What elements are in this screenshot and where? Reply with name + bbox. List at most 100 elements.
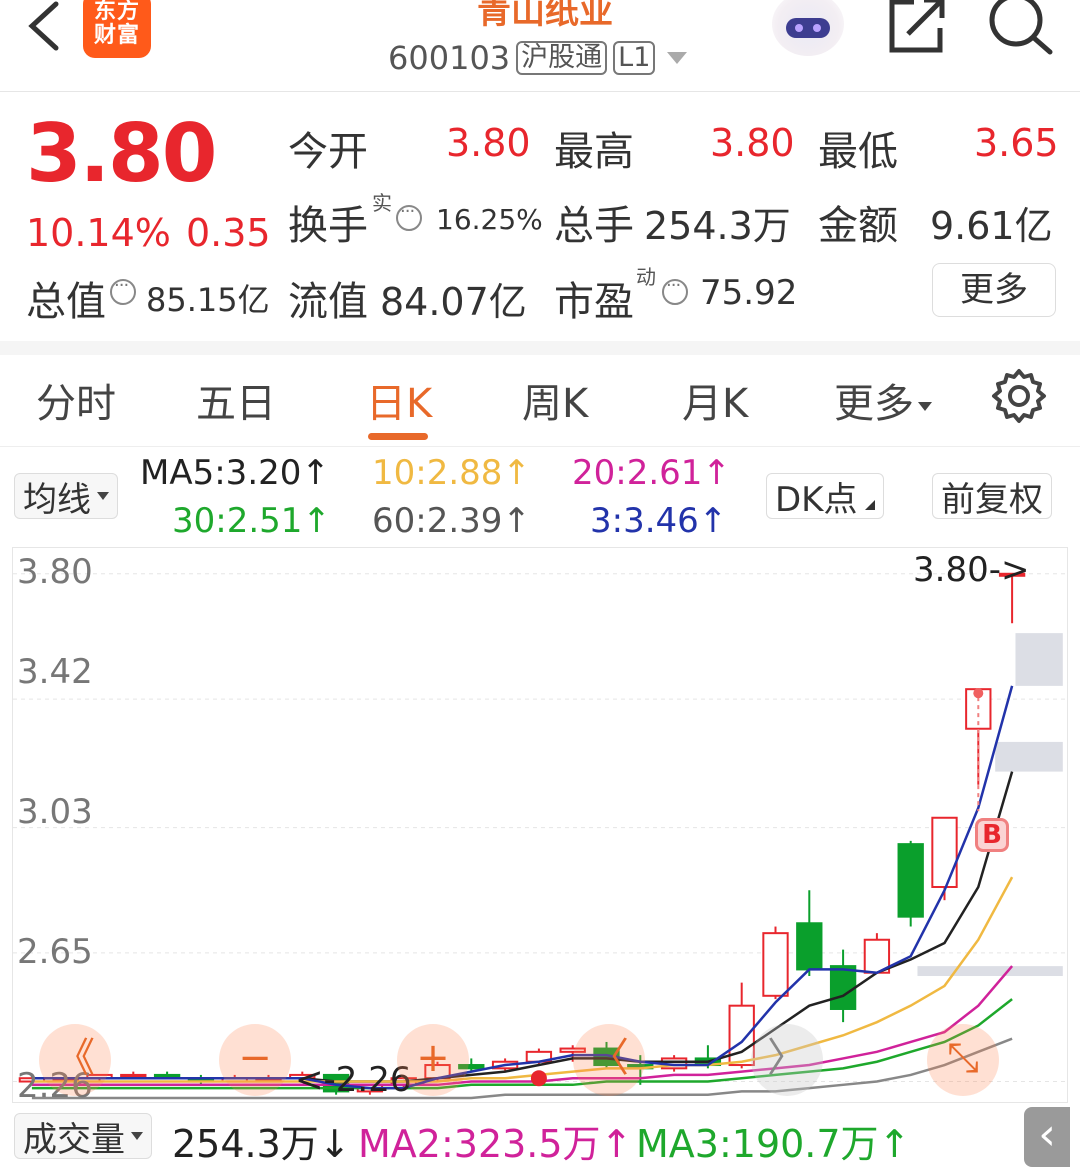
zoom-out-button[interactable]: −: [219, 1024, 291, 1096]
ma5-value: MA5:3.20↑: [140, 453, 330, 493]
volume-value: 254.3万: [644, 204, 791, 248]
y-tick-label: 3.03: [17, 792, 93, 832]
divider: [0, 341, 1080, 355]
price-zone: [1015, 633, 1063, 686]
low-price-tag: <-2.26: [295, 1060, 412, 1100]
ma60-value: 60:2.39↑: [372, 501, 531, 541]
collapse-panel-button[interactable]: ‹: [1024, 1107, 1070, 1167]
turnover-sup: 实: [372, 191, 392, 215]
top-header: 东方财富 青山纸业 600103 沪股通 L1: [0, 0, 1080, 92]
price-zone: [995, 741, 1063, 772]
tab-more[interactable]: 更多: [834, 371, 932, 429]
pe-sup: 动: [636, 265, 656, 289]
dk-point-button[interactable]: DK点: [766, 473, 885, 520]
open-value: 3.80: [446, 121, 531, 165]
tab-weekly-k[interactable]: 周K: [522, 371, 588, 429]
search-icon[interactable]: [986, 0, 1056, 56]
y-tick-label: 2.65: [17, 932, 93, 972]
volume-ma2: MA2:323.5万↑: [358, 1122, 633, 1166]
period-tabs: 分时 五日 日K 周K 月K 更多: [0, 355, 1080, 447]
fullscreen-button[interactable]: ⤡: [927, 1024, 999, 1096]
ma20-value: 20:2.61↑: [572, 453, 731, 493]
change-amount: 0.35: [186, 211, 271, 255]
tab-monthly-k[interactable]: 月K: [682, 371, 748, 429]
scroll-left-button[interactable]: 〈: [573, 1024, 645, 1096]
info-icon[interactable]: [396, 201, 422, 231]
chevron-down-icon: [667, 52, 688, 64]
candle-body: [796, 922, 823, 971]
amount-value: 9.61亿: [930, 204, 1053, 248]
turnover-value: 16.25%: [436, 203, 543, 236]
turnover-label: 换手: [288, 203, 368, 249]
ma30-value: 30:2.51↑: [172, 501, 331, 541]
floatcap-value: 84.07亿: [380, 280, 527, 324]
ma-line-ma5: [31, 771, 1014, 1083]
active-tab-indicator: [368, 433, 428, 440]
tag-level: L1: [613, 41, 656, 75]
tab-daily-k[interactable]: 日K: [366, 371, 432, 429]
corner-triangle-icon: [865, 500, 876, 510]
ma10-value: 10:2.88↑: [372, 453, 531, 493]
volume-selector-button[interactable]: 成交量: [14, 1113, 152, 1160]
ma3-value: 3:3.46↑: [590, 501, 728, 541]
candle-body: [120, 1073, 147, 1078]
stock-code: 600103: [388, 39, 511, 77]
gear-icon[interactable]: [990, 367, 1048, 425]
volume-selector-label: 成交量: [23, 1119, 125, 1160]
adjust-button[interactable]: 前复权: [932, 473, 1052, 520]
tab-intraday[interactable]: 分时: [36, 371, 116, 429]
scroll-right-button[interactable]: 〉: [751, 1024, 823, 1096]
more-quote-button[interactable]: 更多: [932, 263, 1056, 317]
open-label: 今开: [288, 129, 368, 175]
high-value: 3.80: [710, 121, 795, 165]
low-label: 最低: [818, 129, 898, 175]
tab-five-day[interactable]: 五日: [196, 371, 276, 429]
mktcap-value: 85.15亿: [146, 281, 270, 319]
stock-code-line[interactable]: 600103 沪股通 L1: [388, 38, 688, 78]
chevron-down-icon: [97, 492, 109, 500]
pe-value: 75.92: [700, 273, 798, 313]
floatcap-label: 流值: [288, 279, 368, 325]
share-icon[interactable]: [884, 0, 948, 54]
price-zone: [917, 966, 1063, 977]
ma-indicator-row: 均线 MA5:3.20↑ 10:2.88↑ 20:2.61↑ 30:2.51↑ …: [0, 447, 1080, 547]
volume-ma3: MA3:190.7万↑: [636, 1122, 911, 1166]
y-tick-label: 3.80: [17, 552, 93, 592]
stock-name: 青山纸业: [477, 0, 613, 32]
quote-panel: 3.80 10.14% 0.35 今开 3.80 最高 3.80 最低 3.65…: [0, 93, 1080, 341]
last-price-tag: 3.80->: [913, 550, 1030, 590]
change-percent: 10.14%: [26, 211, 171, 255]
low-value: 3.65: [974, 121, 1059, 165]
signal-dot: [973, 688, 984, 699]
dk-point-label: DK点: [775, 479, 858, 520]
candle-body: [829, 965, 857, 1010]
volume-label: 总手: [554, 203, 634, 249]
info-icon[interactable]: [110, 275, 136, 305]
tab-more-label: 更多: [834, 381, 914, 427]
ma-selector-button[interactable]: 均线: [14, 473, 118, 520]
high-label: 最高: [554, 129, 634, 175]
robot-icon[interactable]: [772, 0, 844, 56]
amount-label: 金额: [818, 203, 898, 249]
zoom-in-button[interactable]: +: [397, 1024, 469, 1096]
volume-indicator-row: 成交量 254.3万↓ MA2:323.5万↑ MA3:190.7万↑ ‹: [0, 1103, 1080, 1167]
scroll-start-button[interactable]: 《: [39, 1024, 111, 1096]
tag-hugutong: 沪股通: [516, 41, 608, 75]
chevron-down-icon: [131, 1132, 143, 1140]
kline-svg[interactable]: [13, 548, 1068, 1103]
ma-selector-label: 均线: [23, 479, 91, 520]
volume-value: 254.3万↓: [172, 1122, 351, 1166]
pe-label: 市盈: [554, 279, 634, 325]
buy-marker[interactable]: B: [975, 818, 1009, 852]
candle-body: [931, 816, 958, 888]
event-dot: [530, 1070, 547, 1087]
chevron-down-icon: [918, 401, 932, 411]
candle-body: [897, 843, 924, 918]
last-price: 3.80: [26, 107, 217, 200]
mktcap-label: 总值: [26, 279, 106, 325]
back-icon[interactable]: [22, 0, 66, 56]
info-icon[interactable]: [662, 275, 688, 305]
candle-body: [762, 932, 789, 997]
kline-chart[interactable]: 3.80 3.42 3.03 2.65 2.26 3.80-> <-2.26 B…: [12, 547, 1068, 1103]
y-tick-label: 3.42: [17, 652, 93, 692]
